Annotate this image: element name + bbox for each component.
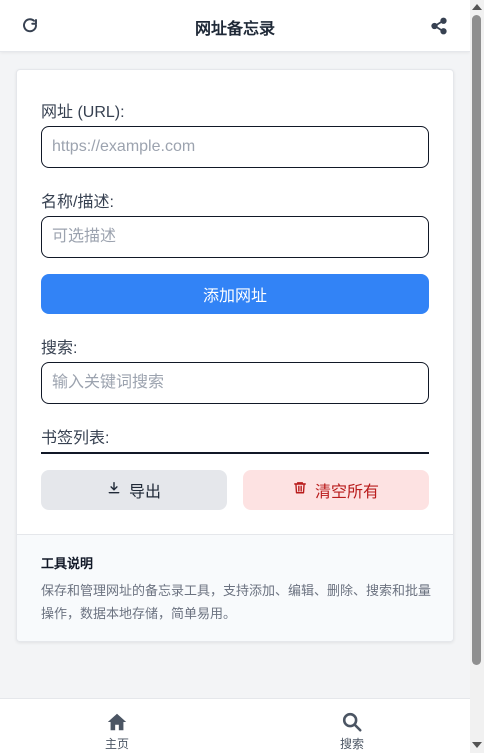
- search-input[interactable]: [41, 362, 429, 404]
- clear-all-button-label: 清空所有: [314, 484, 379, 501]
- main-card: 网址 (URL): 名称/描述: 添加网址 搜索: 书签列表: 导出: [16, 69, 454, 642]
- scroll-down-arrow[interactable]: [472, 742, 482, 748]
- scrollbar-thumb[interactable]: [472, 15, 481, 665]
- bookmark-list-divider: [41, 452, 429, 454]
- bottom-nav: 主页 搜索: [0, 698, 470, 753]
- tool-description-section: 工具说明 保存和管理网址的备忘录工具，支持添加、编辑、删除、搜索和批量操作，数据…: [17, 534, 453, 641]
- search-label: 搜索:: [41, 340, 78, 357]
- bookmark-list-label: 书签列表:: [41, 430, 110, 447]
- url-input[interactable]: [41, 126, 429, 168]
- nav-label-home: 主页: [104, 737, 129, 751]
- add-url-button[interactable]: 添加网址: [41, 274, 429, 314]
- nav-item-home[interactable]: 主页: [87, 711, 147, 752]
- clear-all-button[interactable]: 清空所有: [243, 470, 429, 510]
- share-icon[interactable]: [429, 16, 449, 36]
- export-button[interactable]: 导出: [41, 470, 227, 510]
- search-icon: [341, 711, 363, 733]
- trash-icon: [293, 480, 307, 500]
- home-icon: [106, 711, 128, 733]
- name-label: 名称/描述:: [41, 194, 114, 211]
- nav-label-search: 搜索: [339, 737, 364, 751]
- nav-item-search[interactable]: 搜索: [322, 711, 382, 752]
- name-input[interactable]: [41, 216, 429, 258]
- scroll-up-arrow[interactable]: [472, 4, 482, 10]
- tool-description-text: 保存和管理网址的备忘录工具，支持添加、编辑、删除、搜索和批量操作，数据本地存储，…: [41, 583, 432, 621]
- url-label: 网址 (URL):: [41, 104, 125, 121]
- app-header: 网址备忘录: [0, 0, 470, 52]
- export-button-label: 导出: [128, 484, 161, 501]
- tool-description-title: 工具说明: [41, 556, 94, 571]
- page-title: 网址备忘录: [194, 21, 275, 38]
- app-root: 网址备忘录 网址 (URL): 名称/描述: 添加网址 搜索: 书签列表:: [0, 0, 470, 753]
- download-icon: [107, 481, 121, 500]
